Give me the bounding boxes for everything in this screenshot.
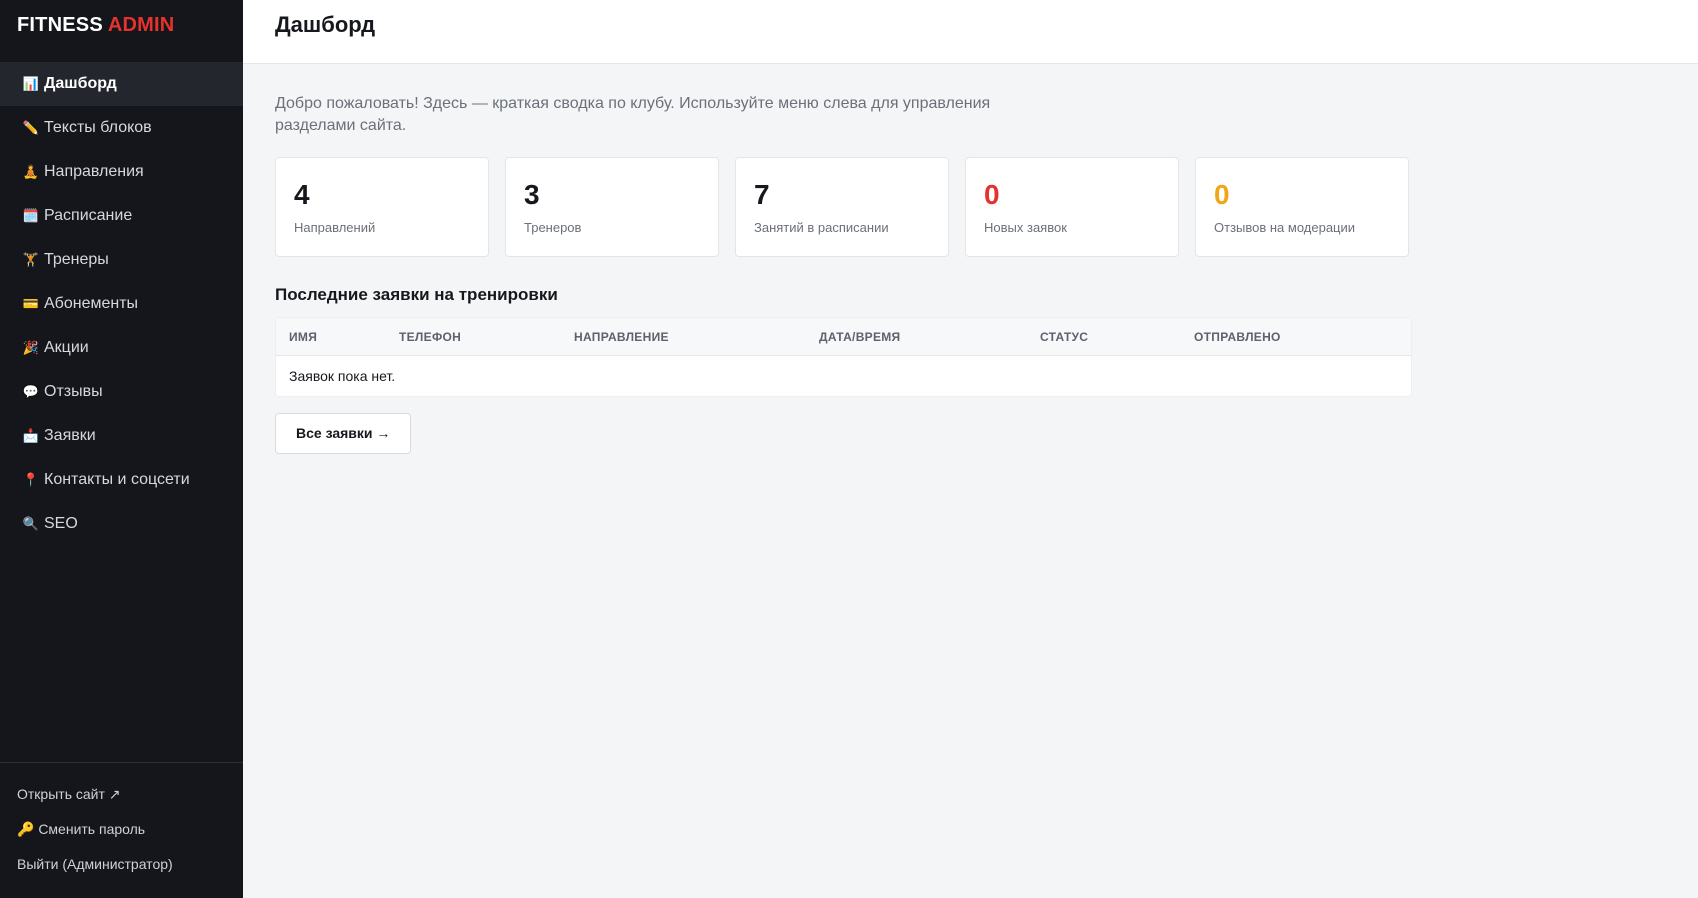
sidebar-item-label: Заявки	[44, 427, 96, 444]
sidebar-footer: Открыть сайт ↗ 🔑 Сменить пароль Выйти (А…	[0, 762, 243, 898]
table-header: ИМЯ ТЕЛЕФОН НАПРАВЛЕНИЕ ДАТА/ВРЕМЯ СТАТУ…	[276, 318, 1411, 356]
column-header-status: СТАТУС	[1040, 329, 1089, 344]
stat-card-classes: 7 Занятий в расписании	[735, 157, 949, 257]
sidebar: FITNESS ADMIN 📊 Дашборд ✏️ Тексты блоков…	[0, 0, 243, 898]
sidebar-nav: 📊 Дашборд ✏️ Тексты блоков 🧘 Направления…	[0, 54, 243, 762]
sidebar-item-label: Контакты и соцсети	[44, 471, 190, 488]
sidebar-item-dashboard[interactable]: 📊 Дашборд	[0, 62, 243, 106]
column-header-datetime: ДАТА/ВРЕМЯ	[819, 329, 901, 344]
speech-bubble-icon: 💬	[22, 384, 40, 399]
column-header-name: ИМЯ	[289, 329, 318, 344]
sidebar-item-trainers[interactable]: 🏋️ Тренеры	[0, 238, 243, 282]
sidebar-item-label: Тексты блоков	[44, 119, 152, 136]
calendar-icon: 🗓️	[22, 208, 40, 223]
brand-logo[interactable]: FITNESS ADMIN	[0, 0, 243, 54]
sidebar-item-seo[interactable]: 🔍 SEO	[0, 502, 243, 546]
brand-name: FITNESS	[17, 14, 103, 36]
sidebar-item-label: Расписание	[44, 207, 133, 224]
pencil-icon: ✏️	[22, 120, 40, 135]
sidebar-item-memberships[interactable]: 💳 Абонементы	[0, 282, 243, 326]
column-header-direction: НАПРАВЛЕНИЕ	[574, 329, 669, 344]
column-header-phone: ТЕЛЕФОН	[399, 329, 462, 344]
stat-label: Отзывов на модерации	[1214, 220, 1356, 235]
stats-row: 4 Направлений 3 Тренеров 7 Занятий в рас…	[275, 157, 1666, 257]
sidebar-item-label: Акции	[44, 339, 89, 356]
stat-value: 0	[984, 179, 1000, 210]
sidebar-item-contacts[interactable]: 📍 Контакты и соцсети	[0, 458, 243, 502]
stat-label: Занятий в расписании	[754, 220, 889, 235]
sidebar-item-requests[interactable]: 📩 Заявки	[0, 414, 243, 458]
page-title: Дашборд	[275, 12, 376, 37]
logout-link[interactable]: Выйти (Администратор)	[17, 855, 226, 890]
topbar: Дашборд	[243, 0, 1698, 64]
main-area: Дашборд Добро пожаловать! Здесь — кратка…	[243, 0, 1698, 898]
sidebar-item-label: Абонементы	[44, 295, 139, 312]
party-icon: 🎉	[22, 340, 40, 355]
stat-card-trainers: 3 Тренеров	[505, 157, 719, 257]
stat-card-new-requests: 0 Новых заявок	[965, 157, 1179, 257]
intro-text: Добро пожаловать! Здесь — краткая сводка…	[275, 95, 991, 134]
sidebar-item-label: Дашборд	[44, 75, 117, 92]
dashboard-content: Добро пожаловать! Здесь — краткая сводка…	[243, 64, 1698, 483]
chart-icon: 📊	[22, 76, 40, 91]
sidebar-item-texts[interactable]: ✏️ Тексты блоков	[0, 106, 243, 150]
stat-value: 7	[754, 179, 770, 210]
stat-label: Новых заявок	[984, 220, 1067, 235]
card-icon: 💳	[22, 296, 40, 311]
magnifier-icon: 🔍	[22, 516, 40, 531]
sidebar-item-label: Тренеры	[44, 251, 109, 268]
stat-label: Тренеров	[524, 220, 582, 235]
yoga-icon: 🧘	[22, 164, 40, 179]
requests-section-title: Последние заявки на тренировки	[275, 285, 558, 304]
stat-card-directions: 4 Направлений	[275, 157, 489, 257]
open-site-link[interactable]: Открыть сайт ↗	[17, 785, 226, 820]
all-requests-button[interactable]: Все заявки →	[275, 413, 412, 454]
sidebar-item-promotions[interactable]: 🎉 Акции	[0, 326, 243, 370]
sidebar-item-directions[interactable]: 🧘 Направления	[0, 150, 243, 194]
stat-value: 4	[294, 179, 310, 210]
stat-card-pending-reviews: 0 Отзывов на модерации	[1195, 157, 1409, 257]
sidebar-item-label: SEO	[44, 515, 78, 532]
sidebar-item-schedule[interactable]: 🗓️ Расписание	[0, 194, 243, 238]
stat-label: Направлений	[294, 220, 376, 235]
requests-table: ИМЯ ТЕЛЕФОН НАПРАВЛЕНИЕ ДАТА/ВРЕМЯ СТАТУ…	[275, 317, 1412, 397]
column-header-sent: ОТПРАВЛЕНО	[1194, 329, 1281, 344]
stat-value: 0	[1214, 179, 1230, 210]
inbox-icon: 📩	[22, 428, 40, 443]
brand-accent: ADMIN	[107, 14, 175, 36]
sidebar-item-label: Направления	[44, 163, 144, 180]
stat-value: 3	[524, 179, 540, 210]
weightlifter-icon: 🏋️	[22, 252, 40, 267]
empty-state: Заявок пока нет.	[289, 368, 396, 384]
sidebar-item-reviews[interactable]: 💬 Отзывы	[0, 370, 243, 414]
change-password-link[interactable]: 🔑 Сменить пароль	[17, 820, 226, 855]
pin-icon: 📍	[22, 472, 40, 487]
sidebar-item-label: Отзывы	[44, 383, 103, 400]
